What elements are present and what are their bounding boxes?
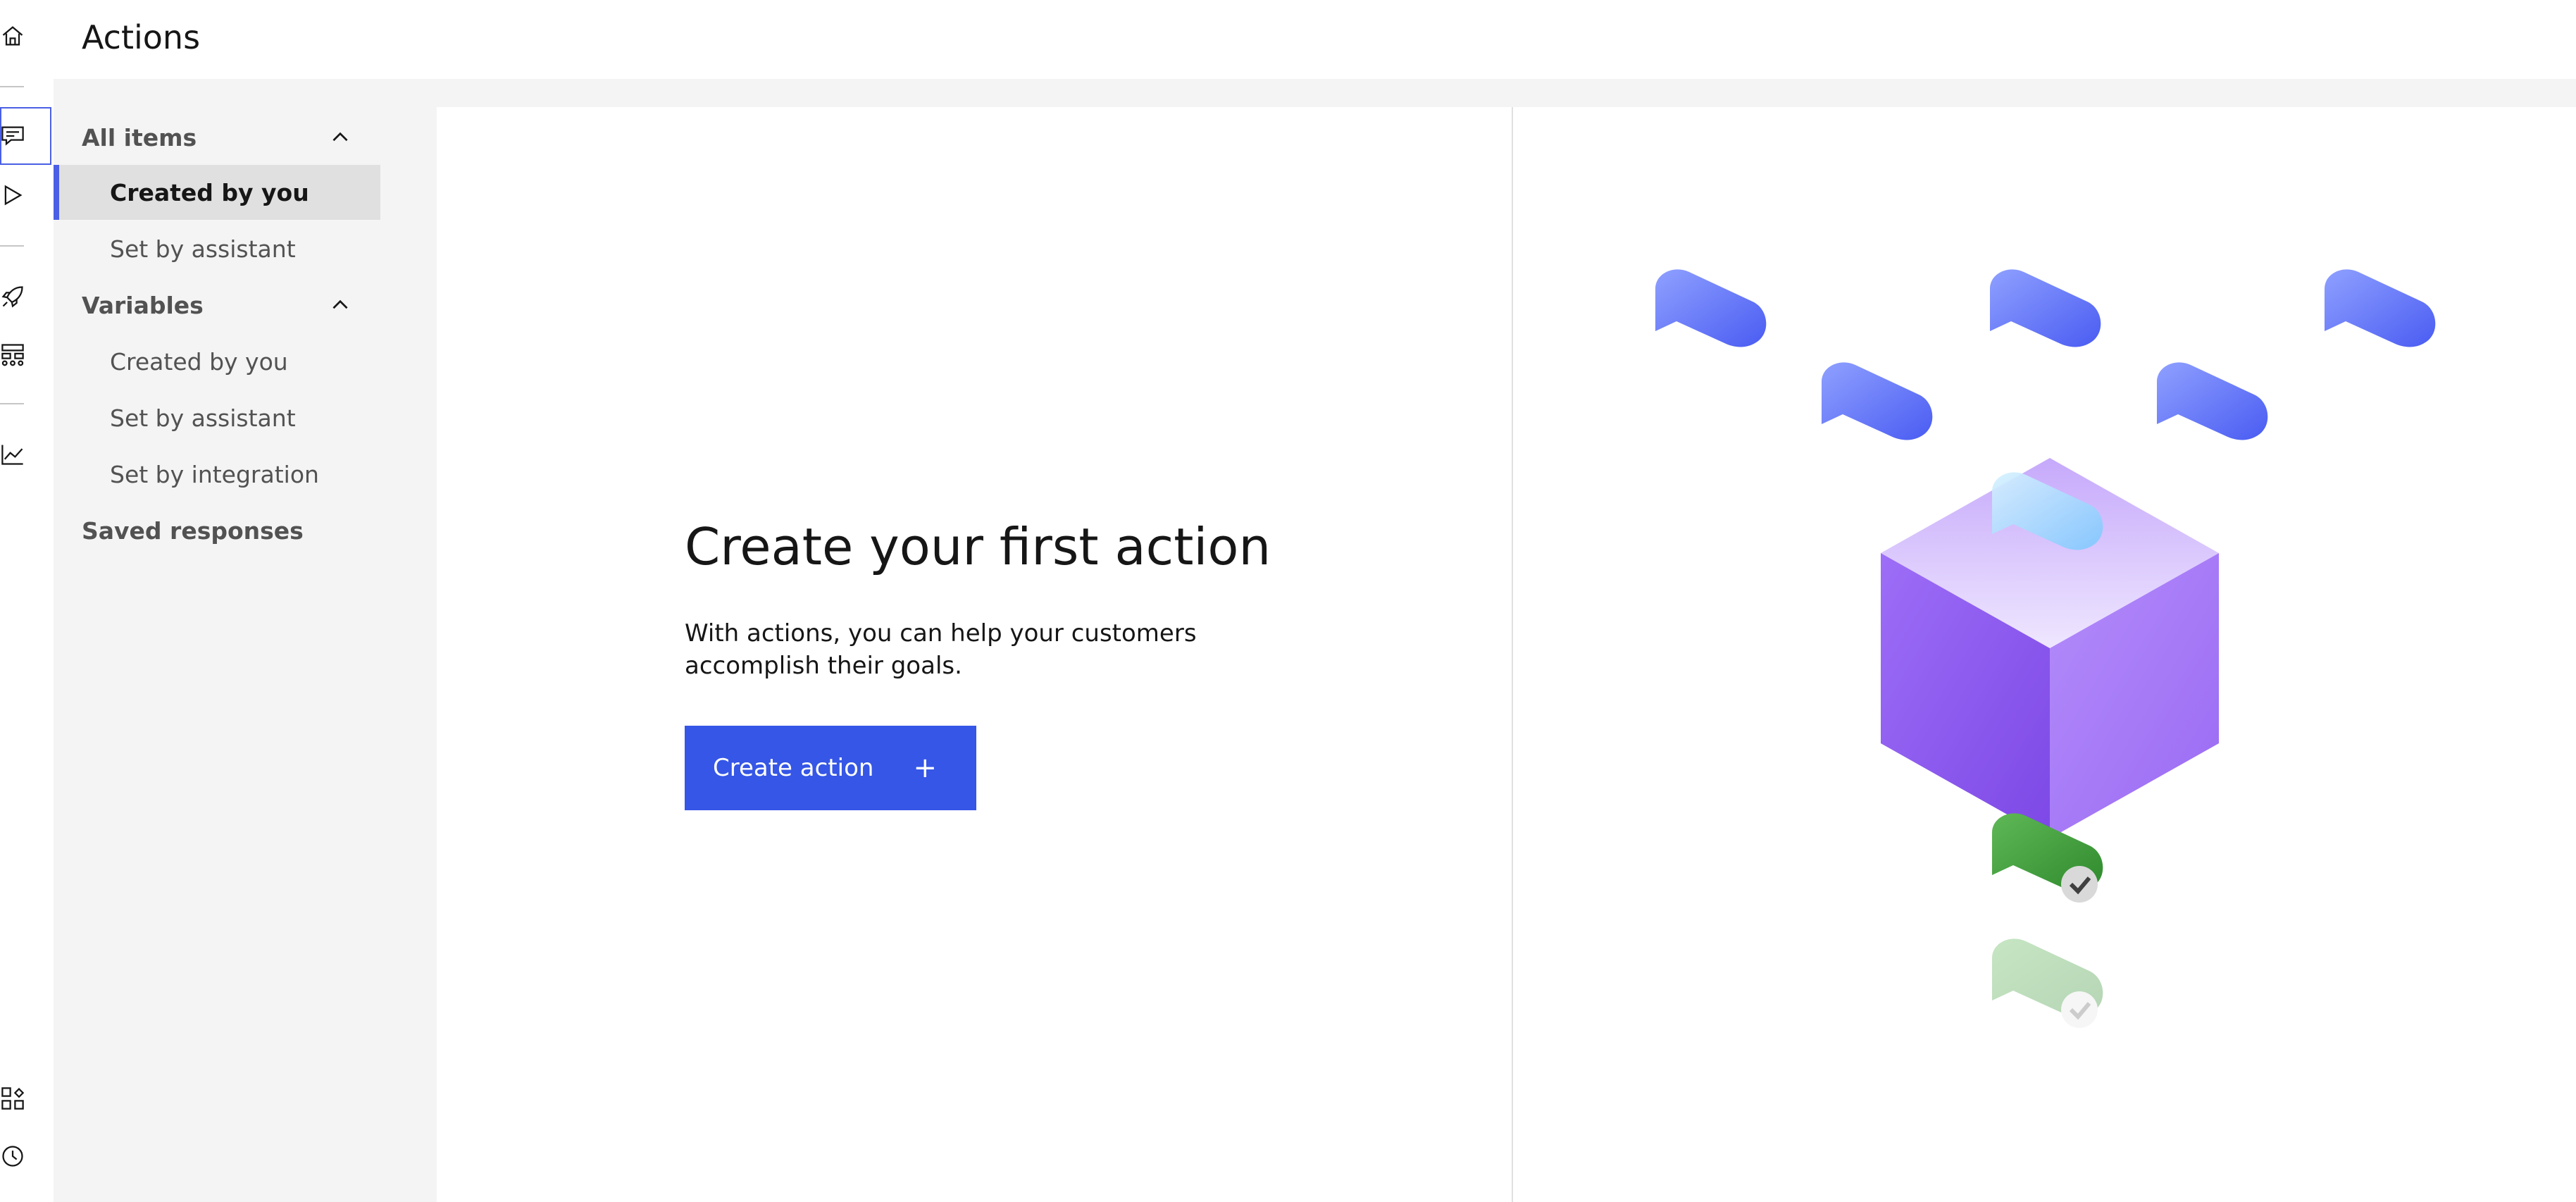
empty-state-title: Create your first action (685, 517, 1271, 576)
nav-item-label: Set by integration (110, 460, 319, 488)
chart-icon[interactable] (0, 437, 27, 472)
nav-section-label: All items (82, 123, 197, 151)
chevron-up-icon (332, 299, 348, 309)
nav-item-label: Set by assistant (110, 404, 296, 432)
nav-item-variables-created-by-you[interactable]: Created by you (54, 334, 380, 389)
chevron-up-icon (332, 132, 348, 142)
header-band (54, 79, 2576, 107)
success-bubble-reflection-icon (1992, 938, 2103, 1028)
chat-bubble-icon (1655, 269, 1767, 347)
nav-section-variables[interactable]: Variables (54, 278, 380, 333)
rocket-icon[interactable] (0, 279, 27, 314)
tree-icon[interactable] (0, 337, 27, 372)
integrations-icon[interactable] (0, 1081, 27, 1116)
nav-item-variables-set-by-integration[interactable]: Set by integration (54, 447, 380, 502)
chat-bubble-icon (2157, 362, 2268, 440)
nav-item-label: Set by assistant (110, 235, 296, 263)
chat-bubble-icon (1822, 362, 1933, 440)
history-icon[interactable] (0, 1139, 27, 1174)
nav-item-actions-set-by-assistant[interactable]: Set by assistant (54, 221, 380, 276)
nav-item-variables-set-by-assistant[interactable]: Set by assistant (54, 390, 380, 445)
empty-state-illustration (1655, 269, 2436, 1028)
empty-state-description: With actions, you can help your customer… (685, 619, 1197, 680)
icon-rail (0, 0, 54, 1202)
chat-bubble-icon (1990, 269, 2101, 347)
home-icon[interactable] (0, 18, 27, 54)
page-header: Actions (54, 0, 2576, 79)
create-action-label: Create action (713, 754, 874, 782)
plus-icon: + (913, 752, 937, 784)
chat-bubble-icon (2325, 269, 2436, 347)
nav-section-saved-responses[interactable]: Saved responses (54, 503, 380, 558)
create-action-button[interactable]: Create action + (685, 726, 976, 810)
rail-divider (0, 403, 24, 404)
nav-section-label: Saved responses (82, 516, 304, 545)
chat-icon[interactable] (0, 118, 27, 154)
content-divider (1512, 107, 1513, 1202)
nav-section-all-items[interactable]: All items (54, 110, 380, 165)
nav-item-label: Created by you (110, 178, 309, 206)
rail-divider (0, 245, 24, 247)
success-bubble-icon (1992, 813, 2103, 903)
nav-item-label: Created by you (110, 347, 288, 376)
rail-divider (0, 86, 24, 87)
play-icon[interactable] (0, 178, 27, 213)
page-title: Actions (82, 18, 201, 56)
nav-item-actions-created-by-you[interactable]: Created by you (54, 165, 380, 220)
nav-section-label: Variables (82, 291, 204, 319)
secondary-nav: All items Created by you Set by assistan… (54, 107, 437, 1202)
